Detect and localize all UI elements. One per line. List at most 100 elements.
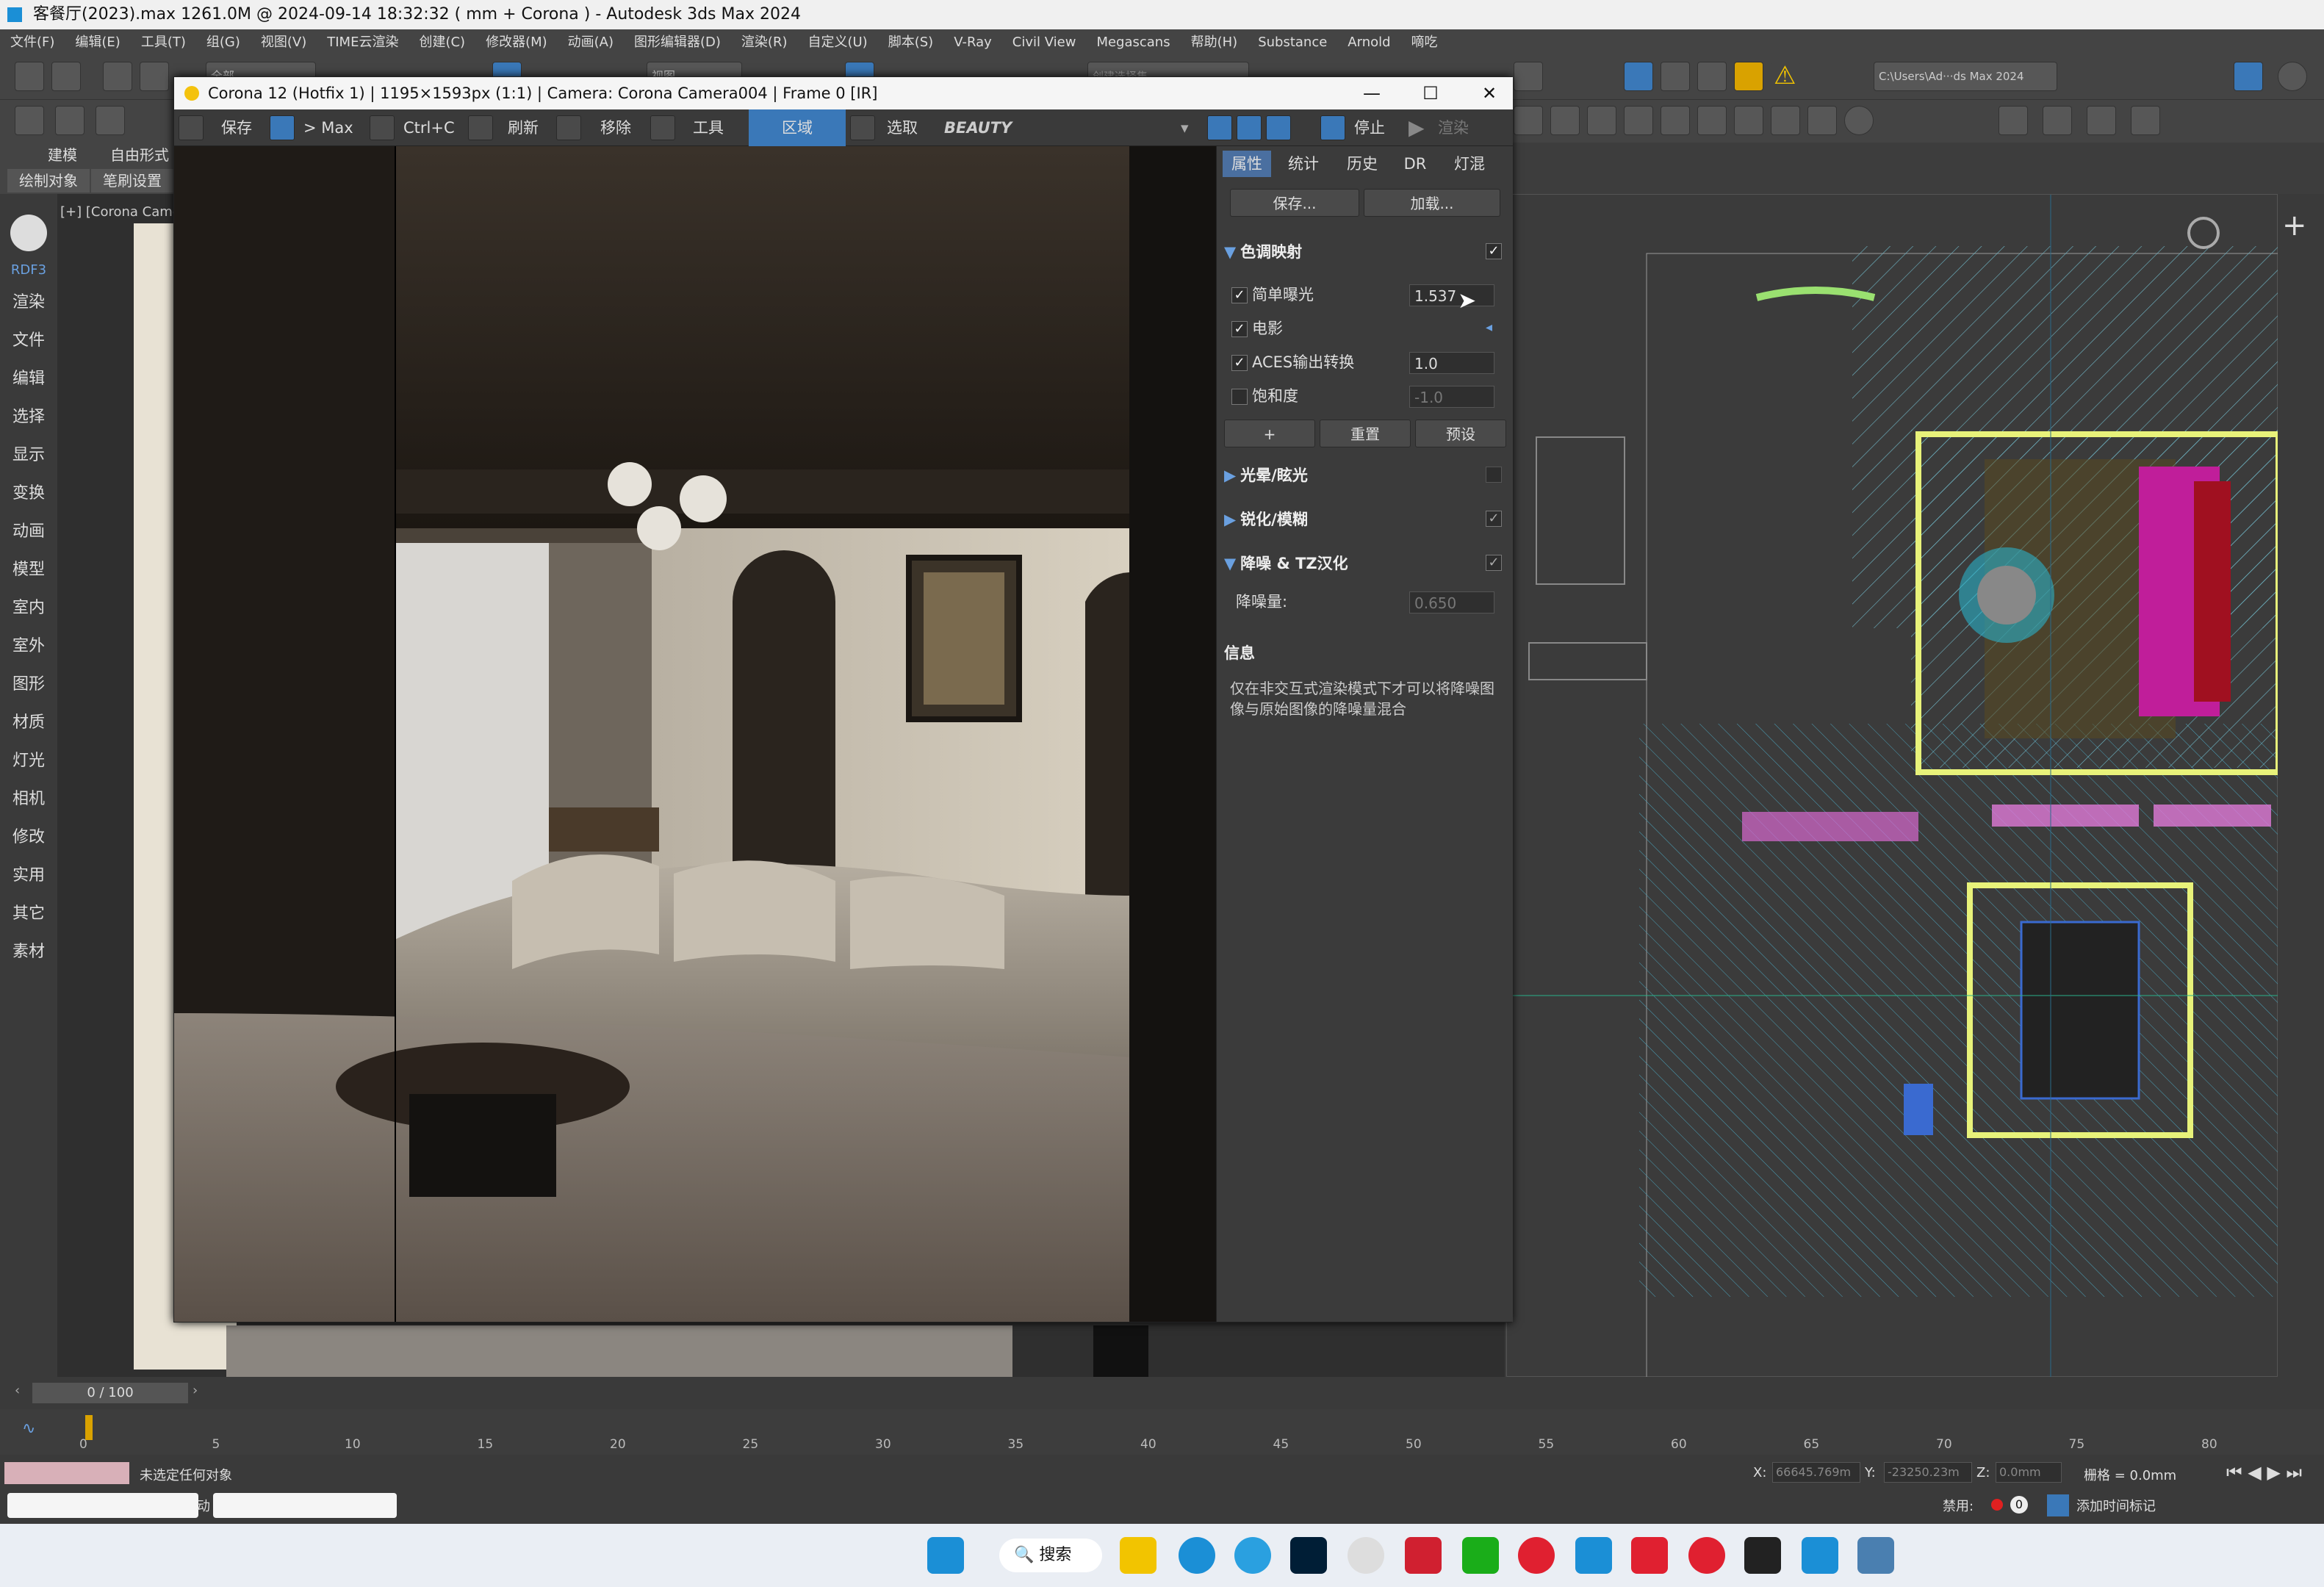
reset-button[interactable]: 重置 bbox=[1320, 420, 1411, 447]
menu-item-15[interactable]: Megascans bbox=[1096, 35, 1170, 50]
menu-item-11[interactable]: 自定义(U) bbox=[807, 35, 867, 50]
help-icon[interactable] bbox=[1844, 106, 1874, 135]
sidebar-item-5[interactable]: 变换 bbox=[0, 475, 57, 513]
notepad-icon[interactable] bbox=[1802, 1537, 1838, 1574]
align-icon[interactable] bbox=[2043, 106, 2072, 135]
search-app-icon[interactable] bbox=[1348, 1537, 1384, 1574]
stop-button[interactable]: 停止 bbox=[1354, 109, 1385, 146]
denoise-amount-spinner[interactable]: 0.650 bbox=[1409, 591, 1494, 613]
saturation-spinner[interactable]: -1.0 bbox=[1409, 386, 1494, 408]
menu-item-8[interactable]: 动画(A) bbox=[568, 35, 614, 50]
sidebar-item-2[interactable]: 编辑 bbox=[0, 360, 57, 398]
menu-item-2[interactable]: 工具(T) bbox=[141, 35, 186, 50]
menu-item-5[interactable]: TIME云渲染 bbox=[327, 35, 398, 50]
zoom-in-icon[interactable] bbox=[1207, 115, 1232, 140]
menu-item-3[interactable]: 组(G) bbox=[206, 35, 240, 50]
unlink-icon[interactable] bbox=[140, 62, 169, 91]
menu-item-7[interactable]: 修改器(M) bbox=[486, 35, 547, 50]
menu-item-10[interactable]: 渲染(R) bbox=[741, 35, 788, 50]
menu-item-6[interactable]: 创建(C) bbox=[419, 35, 465, 50]
taskbar-search[interactable]: 🔍 搜索 bbox=[999, 1539, 1102, 1572]
create-plus-icon[interactable]: + bbox=[2282, 209, 2307, 242]
undo-icon[interactable] bbox=[15, 62, 44, 91]
denoise-checkbox[interactable]: ✓ bbox=[1486, 555, 1502, 571]
tab-modeling[interactable]: 建模 bbox=[7, 143, 118, 168]
sidebar-item-9[interactable]: 室外 bbox=[0, 627, 57, 666]
edge-browser-icon[interactable] bbox=[1179, 1537, 1215, 1574]
mirror-icon[interactable] bbox=[2087, 106, 2116, 135]
send-to-max-icon[interactable] bbox=[270, 115, 295, 140]
teapot-icon[interactable] bbox=[15, 106, 44, 135]
aces-spinner[interactable]: 1.0 bbox=[1409, 352, 1494, 374]
tone-mapping-header[interactable]: ▼ 色调映射 bbox=[1224, 237, 1506, 267]
help-badge-icon[interactable] bbox=[2278, 62, 2307, 91]
rendered-frame-window-icon[interactable] bbox=[1661, 62, 1690, 91]
tools-button[interactable]: 工具 bbox=[693, 109, 724, 146]
sidebar-item-17[interactable]: 素材 bbox=[0, 933, 57, 971]
bloom-glare-checkbox[interactable] bbox=[1486, 467, 1502, 483]
wechat-icon[interactable] bbox=[1462, 1537, 1499, 1574]
viewcube-icon[interactable] bbox=[2187, 217, 2220, 249]
refresh-icon[interactable] bbox=[468, 115, 493, 140]
maxscript-listener-box[interactable] bbox=[4, 1462, 129, 1484]
region-button[interactable]: 区域 bbox=[749, 109, 846, 146]
environment-icon[interactable] bbox=[1661, 106, 1690, 135]
workspace-icon[interactable] bbox=[2234, 62, 2263, 91]
tab-history[interactable]: 历史 bbox=[1334, 151, 1390, 177]
windows-start-icon[interactable] bbox=[927, 1537, 964, 1574]
stop-icon[interactable] bbox=[1320, 115, 1345, 140]
wps-icon[interactable] bbox=[1405, 1537, 1442, 1574]
menu-item-1[interactable]: 编辑(E) bbox=[75, 35, 120, 50]
array-icon[interactable] bbox=[2131, 106, 2160, 135]
sidebar-item-11[interactable]: 材质 bbox=[0, 704, 57, 742]
taskbar-window-thumb-2[interactable] bbox=[213, 1493, 397, 1518]
project-path-dropdown[interactable]: C:\Users\Ad···ds Max 2024 bbox=[1874, 62, 2057, 91]
send-to-max-button[interactable]: > Max bbox=[303, 109, 353, 146]
tools-gear-icon[interactable] bbox=[650, 115, 675, 140]
snap-settings-icon[interactable] bbox=[1999, 106, 2028, 135]
3dsmax-taskbar-icon[interactable] bbox=[1575, 1537, 1612, 1574]
sharpen-blur-header[interactable]: ▶ 锐化/模糊 bbox=[1224, 505, 1506, 534]
sidebar-item-8[interactable]: 室内 bbox=[0, 589, 57, 627]
denoise-header[interactable]: ▼ 降噪 & TZ汉化 bbox=[1224, 549, 1506, 578]
video-app-icon[interactable] bbox=[1631, 1537, 1668, 1574]
filmic-expand-arrow-icon[interactable]: ◂ bbox=[1486, 320, 1492, 335]
tab-brush-settings[interactable]: 笔刷设置 bbox=[91, 169, 173, 192]
browser-icon[interactable] bbox=[1234, 1537, 1271, 1574]
playback-controls[interactable]: ⏮ ◀ ▶ ⏭ bbox=[2226, 1462, 2302, 1483]
save-button[interactable]: 保存 bbox=[221, 109, 252, 146]
channel-dropdown[interactable]: BEAUTY bbox=[944, 109, 1194, 146]
z-coord-field[interactable]: 0.0mm bbox=[1996, 1462, 2062, 1483]
zoom-out-icon[interactable] bbox=[1237, 115, 1262, 140]
plugin-logo-icon[interactable] bbox=[10, 215, 47, 251]
sidebar-item-16[interactable]: 其它 bbox=[0, 895, 57, 933]
sidebar-item-14[interactable]: 修改 bbox=[0, 818, 57, 857]
minimize-button[interactable]: — bbox=[1342, 77, 1401, 109]
camera-app-icon[interactable] bbox=[1744, 1537, 1781, 1574]
sharpen-blur-checkbox[interactable]: ✓ bbox=[1486, 511, 1502, 527]
time-slider-right-arrow-icon[interactable]: › bbox=[193, 1383, 207, 1403]
tone-mapping-checkbox[interactable]: ✓ bbox=[1486, 243, 1502, 259]
simple-exposure-checkbox[interactable]: ✓ bbox=[1231, 287, 1248, 303]
add-time-tag[interactable]: 添加时间标记 bbox=[2076, 1496, 2156, 1515]
scene-converter-icon[interactable] bbox=[1807, 106, 1837, 135]
frame-counter[interactable]: 0 bbox=[2010, 1496, 2028, 1514]
menu-item-17[interactable]: Substance bbox=[1258, 35, 1327, 50]
time-slider-handle[interactable]: 0 / 100 bbox=[32, 1383, 188, 1403]
tab-freeform[interactable]: 自由形式 bbox=[110, 143, 184, 168]
filmic-checkbox[interactable]: ✓ bbox=[1231, 321, 1248, 337]
simple-exposure-spinner[interactable]: 1.537 bbox=[1409, 284, 1494, 306]
sidebar-item-15[interactable]: 实用 bbox=[0, 857, 57, 895]
zoom-fit-icon[interactable] bbox=[1266, 115, 1291, 140]
red-app-icon[interactable] bbox=[1688, 1537, 1725, 1574]
menu-item-18[interactable]: Arnold bbox=[1348, 35, 1390, 50]
menu-item-19[interactable]: 嘀吃 bbox=[1411, 35, 1438, 50]
add-operator-button[interactable]: + bbox=[1224, 420, 1315, 447]
photoshop-icon[interactable] bbox=[1290, 1537, 1327, 1574]
redo-icon[interactable] bbox=[51, 62, 81, 91]
tab-lightmix[interactable]: 灯混 bbox=[1442, 151, 1497, 177]
schematic-view-icon[interactable] bbox=[1550, 106, 1580, 135]
sidebar-item-12[interactable]: 灯光 bbox=[0, 742, 57, 780]
remove-button[interactable]: 移除 bbox=[600, 109, 631, 146]
save-icon[interactable] bbox=[179, 115, 204, 140]
